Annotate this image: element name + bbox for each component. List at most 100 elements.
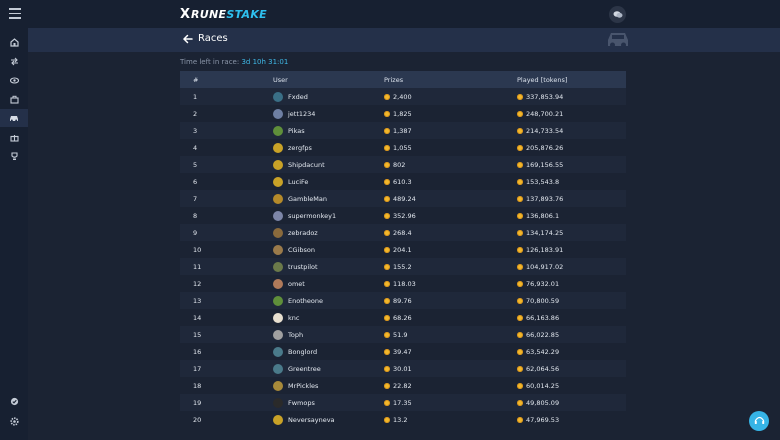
sidebar-item-swap[interactable] xyxy=(0,52,28,70)
username[interactable]: trustpilot xyxy=(288,263,318,271)
user-cell[interactable]: zergfps xyxy=(273,142,384,153)
sidebar-item-case[interactable] xyxy=(0,90,28,108)
username[interactable]: zebradoz xyxy=(288,229,318,237)
played-cell: 248,700.21 xyxy=(517,110,626,118)
sidebar-item-security[interactable] xyxy=(0,392,28,410)
user-cell[interactable]: Bonglord xyxy=(273,346,384,357)
table-row: 2 jett1234 1,825 248,700.21 xyxy=(180,105,626,122)
sidebar-item-view[interactable] xyxy=(0,71,28,89)
coin-icon xyxy=(517,263,523,270)
played-value: 66,163.86 xyxy=(526,313,560,322)
prize-value: 68.26 xyxy=(393,313,412,322)
prize-cell: 89.76 xyxy=(384,297,517,305)
home-icon xyxy=(9,37,19,47)
race-timer-value: 3d 10h 31:01 xyxy=(241,58,289,66)
coin-icon xyxy=(517,348,523,355)
rank-cell: 5 xyxy=(193,160,198,169)
played-value: 66,022.85 xyxy=(526,330,560,339)
table-body: 1 Fxded 2,400 337,853.94 2 jett1234 1,825 248,7… xyxy=(180,88,626,428)
username[interactable]: Fwmops xyxy=(288,399,315,407)
page-header: Races xyxy=(28,28,780,52)
username[interactable]: supermonkey1 xyxy=(288,212,336,220)
username[interactable]: knc xyxy=(288,314,299,322)
user-cell[interactable]: Neversayneva xyxy=(273,414,384,425)
sidebar-item-settings[interactable] xyxy=(0,412,28,430)
user-cell[interactable]: Shipdacunt xyxy=(273,159,384,170)
user-cell[interactable]: Enotheone xyxy=(273,295,384,306)
sidebar-item-leaderboard[interactable] xyxy=(0,147,28,165)
menu-icon[interactable] xyxy=(9,8,21,20)
user-cell[interactable]: omet xyxy=(273,278,384,289)
prize-cell: 802 xyxy=(384,161,517,169)
user-cell[interactable]: Fxded xyxy=(273,91,384,102)
avatar xyxy=(273,261,283,272)
back-arrow-icon[interactable] xyxy=(182,33,194,45)
coin-icon xyxy=(517,382,523,389)
prize-cell: 1,825 xyxy=(384,110,517,118)
prize-cell: 17.35 xyxy=(384,399,517,407)
coin-icon xyxy=(517,195,523,202)
table-row: 17 Greentree 30.01 62,064.56 xyxy=(180,360,626,377)
avatar xyxy=(273,125,283,136)
username[interactable]: omet xyxy=(288,280,305,288)
username[interactable]: Fxded xyxy=(288,93,308,101)
username[interactable]: MrPickles xyxy=(288,382,318,390)
user-cell[interactable]: CGibson xyxy=(273,244,384,255)
user-cell[interactable]: supermonkey1 xyxy=(273,210,384,221)
user-cell[interactable]: Toph xyxy=(273,329,384,340)
prize-cell: 610.3 xyxy=(384,178,517,186)
user-cell[interactable]: Greentree xyxy=(273,363,384,374)
username[interactable]: Enotheone xyxy=(288,297,323,305)
swap-icon xyxy=(10,57,18,65)
support-button[interactable] xyxy=(749,411,769,431)
sidebar-item-home[interactable] xyxy=(0,33,28,51)
user-cell[interactable]: knc xyxy=(273,312,384,323)
played-cell: 47,969.53 xyxy=(517,416,626,424)
username[interactable]: LuciFe xyxy=(288,178,308,186)
table-row: 11 trustpilot 155.2 104,917.02 xyxy=(180,258,626,275)
username[interactable]: zergfps xyxy=(288,144,312,152)
coin-icon xyxy=(384,110,390,117)
username[interactable]: GambleMan xyxy=(288,195,327,203)
played-value: 169,156.55 xyxy=(526,160,564,169)
table-row: 20 Neversayneva 13.2 47,969.53 xyxy=(180,411,626,428)
prize-cell: 22.82 xyxy=(384,382,517,390)
played-value: 337,853.94 xyxy=(526,92,564,101)
username[interactable]: Bonglord xyxy=(288,348,317,356)
sidebar-item-races[interactable] xyxy=(0,109,28,127)
user-cell[interactable]: LuciFe xyxy=(273,176,384,187)
table-row: 7 GambleMan 489.24 137,893.76 xyxy=(180,190,626,207)
username[interactable]: Greentree xyxy=(288,365,321,373)
table-row: 8 supermonkey1 352.96 136,806.1 xyxy=(180,207,626,224)
sidebar-item-rewards[interactable] xyxy=(0,128,28,146)
user-cell[interactable]: jett1234 xyxy=(273,108,384,119)
played-cell: 137,893.76 xyxy=(517,195,626,203)
played-cell: 76,932.01 xyxy=(517,280,626,288)
avatar xyxy=(273,193,283,204)
rank-cell: 7 xyxy=(193,194,198,203)
rank-cell: 14 xyxy=(193,313,202,322)
username[interactable]: Shipdacunt xyxy=(288,161,325,169)
coin-icon xyxy=(517,229,523,236)
username[interactable]: CGibson xyxy=(288,246,315,254)
race-timer-label: Time left in race: xyxy=(180,58,240,66)
username[interactable]: Toph xyxy=(288,331,303,339)
table-row: 12 omet 118.03 76,932.01 xyxy=(180,275,626,292)
user-cell[interactable]: MrPickles xyxy=(273,380,384,391)
avatar xyxy=(273,210,283,221)
rank-cell: 11 xyxy=(193,262,202,271)
coin-icon xyxy=(384,297,390,304)
played-cell: 66,022.85 xyxy=(517,331,626,339)
user-cell[interactable]: Pikas xyxy=(273,125,384,136)
user-cell[interactable]: GambleMan xyxy=(273,193,384,204)
logo[interactable]: X RUNE STAKE xyxy=(180,7,267,22)
prize-value: 22.82 xyxy=(393,381,412,390)
username[interactable]: Pikas xyxy=(288,127,305,135)
user-cell[interactable]: Fwmops xyxy=(273,397,384,408)
avatar xyxy=(273,278,283,289)
user-cell[interactable]: trustpilot xyxy=(273,261,384,272)
username[interactable]: Neversayneva xyxy=(288,416,335,424)
username[interactable]: jett1234 xyxy=(288,110,315,118)
user-cell[interactable]: zebradoz xyxy=(273,227,384,238)
chat-button[interactable] xyxy=(609,6,626,23)
